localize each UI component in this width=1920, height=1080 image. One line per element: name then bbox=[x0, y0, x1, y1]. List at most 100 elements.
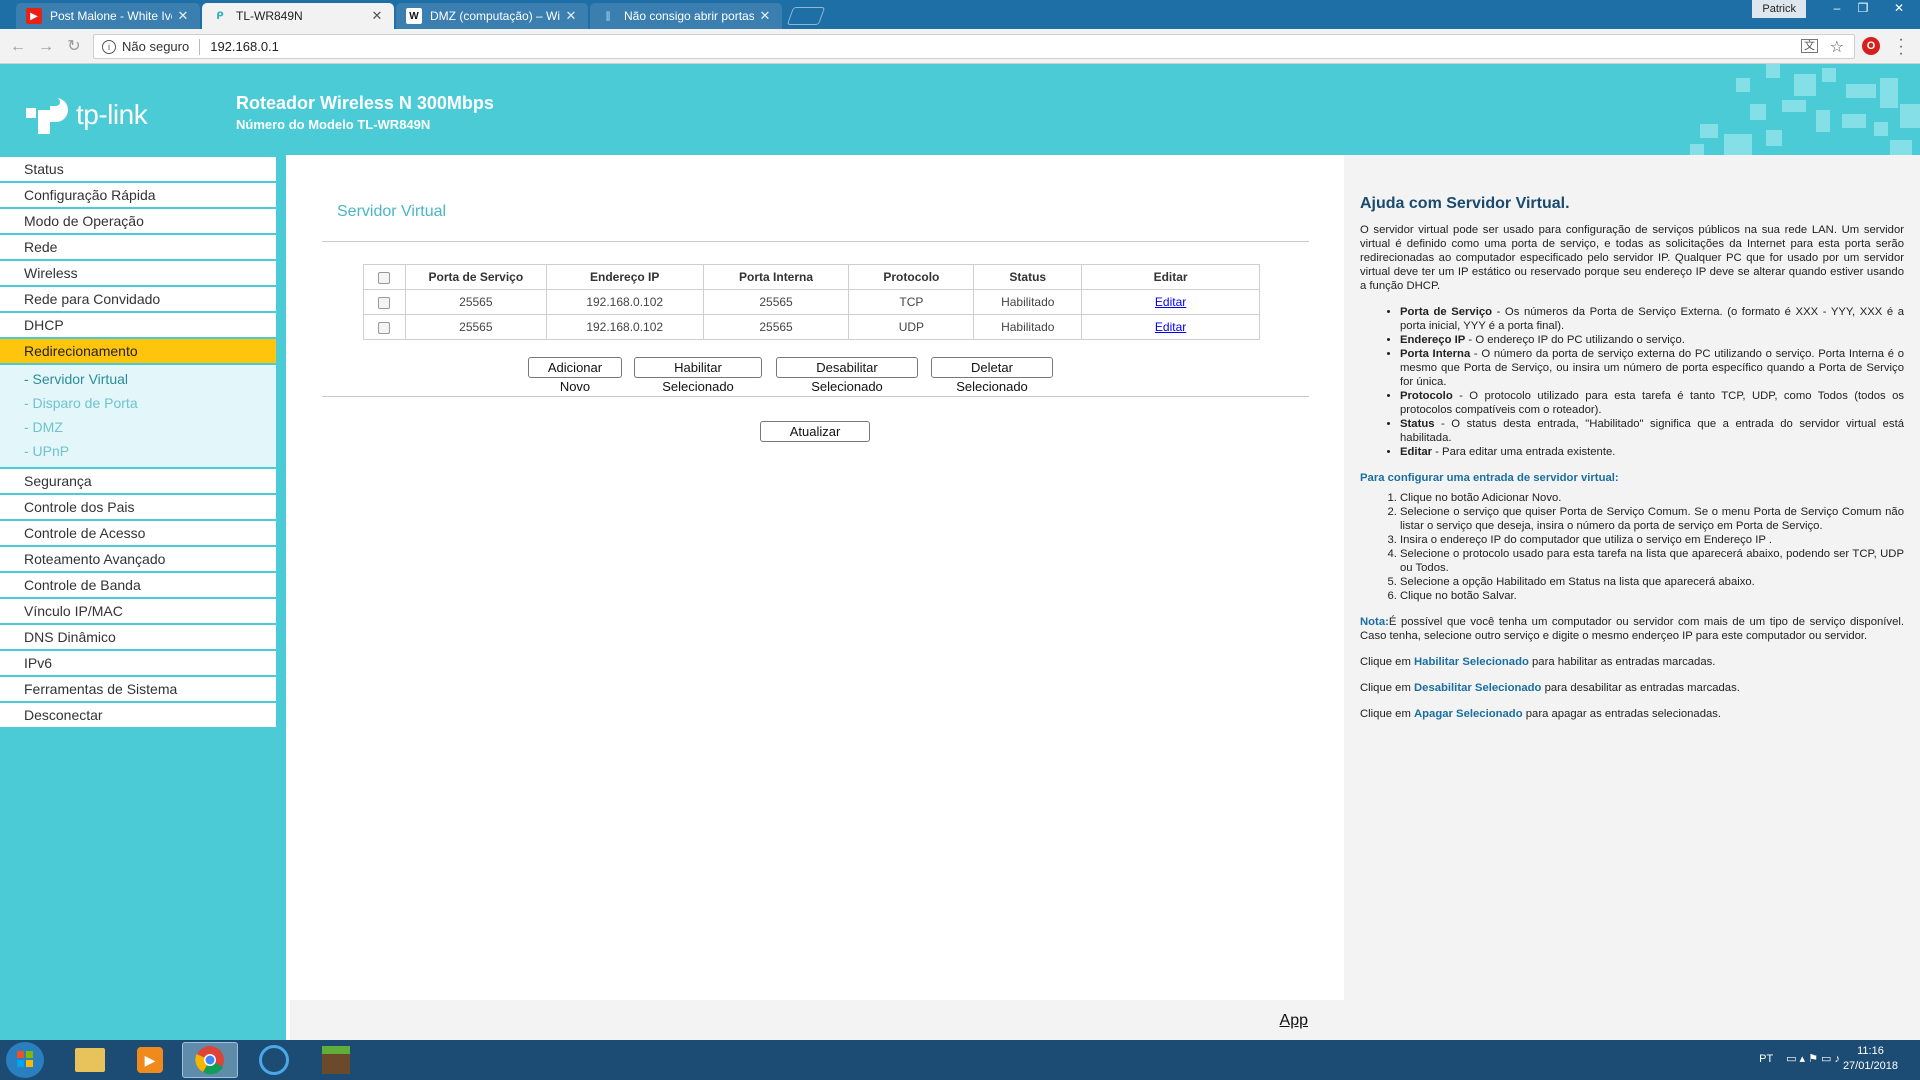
security-label: Não seguro bbox=[122, 39, 190, 54]
menu-item-dynamic-dns[interactable]: DNS Dinâmico bbox=[0, 625, 276, 649]
router-model: Número do Modelo TL-WR849N bbox=[236, 117, 431, 132]
row-checkbox[interactable] bbox=[378, 321, 391, 334]
file-explorer-icon[interactable] bbox=[62, 1042, 118, 1078]
minecraft-icon[interactable] bbox=[308, 1042, 364, 1078]
tab-youtube[interactable]: ▶ Post Malone - White Iver ✕ bbox=[16, 3, 200, 29]
close-window-icon[interactable]: ✕ bbox=[1886, 0, 1912, 18]
help-term: Editar bbox=[1400, 446, 1433, 458]
close-tab-icon[interactable]: ✕ bbox=[370, 8, 384, 24]
disable-selected-button[interactable]: Desabilitar Selecionado bbox=[776, 357, 918, 394]
virtual-server-table: Porta de Serviço Endereço IP Porta Inter… bbox=[363, 264, 1260, 340]
browser-menu-icon[interactable]: · · · bbox=[1896, 32, 1906, 62]
help-disable-term: Desabilitar Selecionado bbox=[1414, 682, 1542, 694]
help-title: Ajuda com Servidor Virtual. bbox=[1360, 195, 1570, 212]
main-menu: Status Configuração Rápida Modo de Opera… bbox=[0, 157, 276, 729]
tab-router[interactable]: ᑭ TL-WR849N ✕ bbox=[202, 3, 394, 29]
menu-item-system-tools[interactable]: Ferramentas de Sistema bbox=[0, 677, 276, 701]
language-indicator[interactable]: PT bbox=[1759, 1053, 1773, 1065]
menu-item-status[interactable]: Status bbox=[0, 157, 276, 181]
row-checkbox[interactable] bbox=[378, 296, 391, 309]
help-term: Porta de Serviço bbox=[1400, 306, 1493, 318]
clock-date: 27/01/2018 bbox=[1842, 1060, 1898, 1072]
menu-item-operation-mode[interactable]: Modo de Operação bbox=[0, 209, 276, 233]
cell-service-port: 25565 bbox=[404, 314, 547, 340]
close-tab-icon[interactable]: ✕ bbox=[758, 8, 772, 24]
menu-item-dhcp[interactable]: DHCP bbox=[0, 313, 276, 337]
menu-item-logout[interactable]: Desconectar bbox=[0, 703, 276, 727]
edit-link[interactable]: Editar bbox=[1155, 295, 1186, 309]
tab-title: Post Malone - White Iver bbox=[50, 9, 172, 23]
menu-item-guest-network[interactable]: Rede para Convidado bbox=[0, 287, 276, 311]
column-header: Porta Interna bbox=[702, 264, 850, 290]
url-text[interactable]: 192.168.0.1 bbox=[210, 39, 279, 54]
menu-item-parental-control[interactable]: Controle dos Pais bbox=[0, 495, 276, 519]
new-tab-button[interactable] bbox=[786, 7, 826, 25]
minimize-icon[interactable]: – bbox=[1824, 0, 1850, 18]
menu-item-ip-mac-binding[interactable]: Vínculo IP/MAC bbox=[0, 599, 276, 623]
wikipedia-icon: W bbox=[406, 8, 422, 24]
row-select-cell bbox=[363, 289, 406, 315]
menu-item-bandwidth-control[interactable]: Controle de Banda bbox=[0, 573, 276, 597]
clock[interactable]: 11:16 27/01/2018 bbox=[1843, 1044, 1898, 1074]
help-desc: - O endereço IP do PC utilizando o servi… bbox=[1465, 334, 1685, 346]
tray-icons[interactable]: ▭ ▴ ⚑ ▭ ♪ bbox=[1786, 1053, 1840, 1065]
translate-icon[interactable]: 文 bbox=[1801, 39, 1818, 53]
main-content: Servidor Virtual Porta de Serviço Endere… bbox=[286, 155, 1344, 1040]
list-item: Protocolo - O protocolo utilizado para e… bbox=[1400, 389, 1904, 417]
enable-selected-button[interactable]: Habilitar Selecionado bbox=[634, 357, 762, 394]
menu-item-network[interactable]: Rede bbox=[0, 235, 276, 259]
forward-icon[interactable]: → bbox=[34, 35, 58, 59]
submenu-item-upnp[interactable]: - UPnP bbox=[0, 439, 276, 463]
close-tab-icon[interactable]: ✕ bbox=[176, 8, 190, 24]
cell-internal-port: 25565 bbox=[702, 289, 850, 315]
submenu-item-dmz[interactable]: - DMZ bbox=[0, 415, 276, 439]
menu-item-forwarding[interactable]: Redirecionamento bbox=[0, 339, 276, 363]
media-player-icon[interactable]: ▶ bbox=[122, 1042, 178, 1078]
help-steps-title: Para configurar uma entrada de servidor … bbox=[1360, 472, 1619, 484]
refresh-button[interactable]: Atualizar bbox=[760, 421, 870, 442]
app-link[interactable]: App bbox=[1280, 1012, 1308, 1030]
bookmark-star-icon[interactable]: ☆ bbox=[1830, 37, 1844, 57]
back-icon[interactable]: ← bbox=[6, 35, 30, 59]
generic-page-icon: ∥ bbox=[605, 10, 611, 22]
profile-name[interactable]: Patrick bbox=[1752, 0, 1806, 18]
sidebar: Status Configuração Rápida Modo de Opera… bbox=[0, 155, 286, 1040]
app-icon[interactable] bbox=[246, 1042, 302, 1078]
submenu-item-virtual-server[interactable]: - Servidor Virtual bbox=[0, 367, 276, 391]
tplink-logo-icon bbox=[24, 92, 70, 138]
reload-icon[interactable]: ↻ bbox=[62, 35, 86, 59]
menu-item-security[interactable]: Segurança bbox=[0, 469, 276, 493]
column-header: Protocolo bbox=[848, 264, 975, 290]
menu-item-wireless[interactable]: Wireless bbox=[0, 261, 276, 285]
list-item: Selecione o protocolo usado para esta ta… bbox=[1400, 547, 1904, 575]
menu-item-access-control[interactable]: Controle de Acesso bbox=[0, 521, 276, 545]
menu-item-advanced-routing[interactable]: Roteamento Avançado bbox=[0, 547, 276, 571]
submenu-item-port-triggering[interactable]: - Disparo de Porta bbox=[0, 391, 276, 415]
tab-wikipedia[interactable]: W DMZ (computação) – Wi ✕ bbox=[396, 3, 588, 29]
chrome-icon[interactable] bbox=[182, 1042, 238, 1078]
brand-name: tp-link bbox=[76, 99, 148, 130]
help-term: Protocolo bbox=[1400, 390, 1453, 402]
column-header: Endereço IP bbox=[545, 264, 704, 290]
select-all-checkbox[interactable] bbox=[378, 271, 391, 284]
info-icon[interactable]: i bbox=[102, 39, 116, 54]
windows-start-icon[interactable] bbox=[6, 1042, 44, 1078]
list-item: Status - O status desta entrada, "Habili… bbox=[1400, 417, 1904, 445]
help-delete-line: Clique em Apagar Selecionado para apagar… bbox=[1360, 707, 1904, 721]
help-enable-suffix: para habilitar as entradas marcadas. bbox=[1528, 656, 1716, 668]
menu-item-ipv6[interactable]: IPv6 bbox=[0, 651, 276, 675]
help-enable-line: Clique em Habilitar Selecionado para hab… bbox=[1360, 655, 1904, 669]
cell-edit: Editar bbox=[1081, 314, 1260, 340]
address-bar[interactable]: i Não seguro 192.168.0.1 文 ☆ bbox=[93, 34, 1855, 59]
opera-extension-icon[interactable]: O bbox=[1862, 37, 1880, 55]
help-enable-term: Habilitar Selecionado bbox=[1414, 656, 1529, 668]
edit-link[interactable]: Editar bbox=[1155, 320, 1186, 334]
close-tab-icon[interactable]: ✕ bbox=[564, 8, 578, 24]
cell-status: Habilitado bbox=[973, 289, 1083, 315]
add-new-button[interactable]: Adicionar Novo bbox=[528, 357, 622, 394]
delete-selected-button[interactable]: Deletar Selecionado bbox=[931, 357, 1053, 394]
tab-forum[interactable]: ∥ Não consigo abrir portas ✕ bbox=[590, 3, 782, 29]
menu-item-quick-setup[interactable]: Configuração Rápida bbox=[0, 183, 276, 207]
cell-ip-address: 192.168.0.102 bbox=[545, 289, 704, 315]
restore-icon[interactable]: ❐ bbox=[1850, 0, 1876, 18]
